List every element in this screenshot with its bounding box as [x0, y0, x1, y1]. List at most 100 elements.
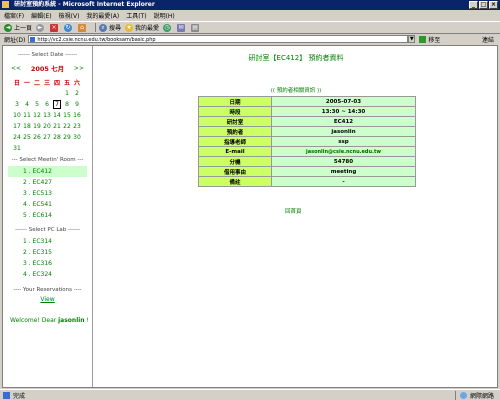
calendar-day[interactable]: 1: [62, 88, 72, 99]
detail-value: jasonlin@csie.ncnu.edu.tw: [272, 147, 415, 156]
room-list: 1 . EC412 2 . EC427 3 . EC513 4 . EC541 5 . …: [3, 166, 92, 221]
calendar-day[interactable]: 8: [62, 99, 72, 110]
address-url: http://vc2.csie.ncnu.edu.tw/booksam/basi…: [37, 37, 156, 43]
calendar-days: 1 2 3 4 5 6 7 8 9 10 11 12 13 14 15 16 17 18 19 20 21 22 23 24 2…: [12, 88, 82, 154]
next-month-link[interactable]: >>: [74, 65, 84, 72]
calendar-day[interactable]: 9: [72, 99, 82, 110]
calendar-day[interactable]: 29: [62, 132, 72, 143]
lab-item[interactable]: 3 . EC316: [3, 258, 92, 269]
calendar-day[interactable]: 5: [32, 99, 42, 110]
status-text: 完成: [13, 392, 26, 400]
calendar-week: 31: [12, 143, 82, 154]
calendar-day[interactable]: 30: [72, 132, 82, 143]
mail-button[interactable]: ✉: [177, 23, 187, 32]
page-done-icon: [3, 391, 10, 399]
minimize-button[interactable]: _: [469, 1, 478, 9]
reservation-info-link[interactable]: (( 預約者相關資訊 )): [95, 86, 497, 94]
detail-key: 研討室: [199, 117, 271, 126]
calendar-day[interactable]: 14: [52, 110, 62, 121]
calendar-day[interactable]: 27: [42, 132, 52, 143]
room-item[interactable]: 3 . EC513: [3, 188, 92, 199]
ie-app-icon: [2, 1, 9, 8]
refresh-button[interactable]: ↻: [64, 23, 74, 32]
room-item[interactable]: 4 . EC541: [3, 199, 92, 210]
calendar-day[interactable]: 10: [12, 110, 22, 121]
calendar-day[interactable]: 21: [52, 121, 62, 132]
calendar-day[interactable]: 16: [72, 110, 82, 121]
calendar-day[interactable]: 26: [32, 132, 42, 143]
calendar-day[interactable]: 28: [52, 132, 62, 143]
detail-row: 備註 -: [199, 177, 415, 186]
home-button[interactable]: ⌂: [78, 23, 88, 32]
home-link[interactable]: 回首頁: [285, 207, 302, 215]
calendar-day[interactable]: 31: [12, 143, 22, 154]
prev-month-link[interactable]: <<: [11, 65, 21, 72]
calendar-day[interactable]: 2: [72, 88, 82, 99]
welcome-prefix: Welcome! Dear: [10, 317, 59, 324]
lab-item[interactable]: 4 . EC324: [3, 269, 92, 280]
lab-list: 1 . EC314 2 . EC315 3 . EC316 4 . EC324: [3, 236, 92, 280]
calendar-empty-cell: [52, 143, 62, 154]
calendar-day[interactable]: 7: [52, 99, 62, 110]
forward-button[interactable]: ►: [36, 23, 46, 32]
calendar-day[interactable]: 19: [32, 121, 42, 132]
calendar-day[interactable]: 12: [32, 110, 42, 121]
calendar-day[interactable]: 3: [12, 99, 22, 110]
calendar-day[interactable]: 6: [42, 99, 52, 110]
calendar-day[interactable]: 13: [42, 110, 52, 121]
refresh-icon: ↻: [64, 23, 73, 32]
detail-value: -: [272, 177, 415, 186]
calendar-day[interactable]: 22: [62, 121, 72, 132]
room-item[interactable]: 2 . EC427: [3, 177, 92, 188]
menu-edit[interactable]: 編輯(E): [31, 11, 51, 20]
calendar-day[interactable]: 15: [62, 110, 72, 121]
stop-button[interactable]: ×: [50, 23, 60, 32]
close-button[interactable]: ×: [489, 1, 498, 9]
view-reservations-link[interactable]: View: [3, 296, 92, 303]
back-button[interactable]: ◄ 上一頁: [4, 23, 32, 32]
window-title: 研討室預約系統 - Microsoft Internet Explorer: [14, 1, 155, 8]
detail-key: 備註: [199, 177, 271, 186]
detail-key: 日期: [199, 97, 271, 106]
calendar-day[interactable]: 17: [12, 121, 22, 132]
lab-item[interactable]: 1 . EC314: [3, 236, 92, 247]
detail-key: 預約者: [199, 127, 271, 136]
maximize-button[interactable]: □: [479, 1, 488, 9]
address-dropdown-button[interactable]: ▼: [408, 35, 416, 43]
calendar-day[interactable]: 23: [72, 121, 82, 132]
detail-value: 13:30 ~ 14:30: [272, 107, 415, 116]
calendar-day[interactable]: 20: [42, 121, 52, 132]
calendar-day[interactable]: 25: [22, 132, 32, 143]
reservations-title: ---- Your Reservations ----: [13, 287, 82, 293]
calendar-day[interactable]: 24: [12, 132, 22, 143]
address-input[interactable]: http://vc2.csie.ncnu.edu.tw/booksam/basi…: [28, 35, 409, 43]
search-button[interactable]: ⌕ 搜尋: [99, 23, 121, 32]
room-item[interactable]: 5 . EC614: [3, 210, 92, 221]
menu-tools[interactable]: 工具(T): [126, 11, 146, 20]
welcome-suffix: !: [84, 317, 89, 324]
calendar-day[interactable]: 4: [22, 99, 32, 110]
lab-item[interactable]: 2 . EC315: [3, 247, 92, 258]
detail-row: 日期 2005-07-03: [199, 97, 415, 106]
search-icon: ⌕: [99, 23, 108, 32]
menu-favorites[interactable]: 我的最愛(A): [86, 11, 119, 20]
weekday-label: 二: [33, 80, 40, 87]
menu-file[interactable]: 檔案(F): [4, 11, 24, 20]
menu-view[interactable]: 檢視(V): [59, 11, 80, 20]
calendar-week: 10 11 12 13 14 15 16: [12, 110, 82, 121]
page-content: ------ Select Date ------ << 2005 七月 >> …: [2, 45, 498, 388]
home-icon: ⌂: [78, 23, 87, 32]
weekday-label: 日: [13, 80, 20, 87]
room-item[interactable]: 1 . EC412: [8, 166, 87, 177]
go-button[interactable]: 移至: [419, 35, 440, 44]
weekday-label: 四: [53, 80, 60, 87]
links-button[interactable]: 連結: [482, 35, 494, 44]
history-button[interactable]: ◷: [163, 23, 173, 32]
print-button[interactable]: ▤: [191, 23, 201, 32]
menu-help[interactable]: 說明(H): [154, 11, 175, 20]
calendar-day[interactable]: 11: [22, 110, 32, 121]
favorites-label: 我的最愛: [135, 25, 160, 32]
favorites-button[interactable]: ★ 我的最愛: [125, 23, 159, 32]
calendar-header: << 2005 七月 >>: [3, 63, 92, 74]
calendar-day[interactable]: 18: [22, 121, 32, 132]
